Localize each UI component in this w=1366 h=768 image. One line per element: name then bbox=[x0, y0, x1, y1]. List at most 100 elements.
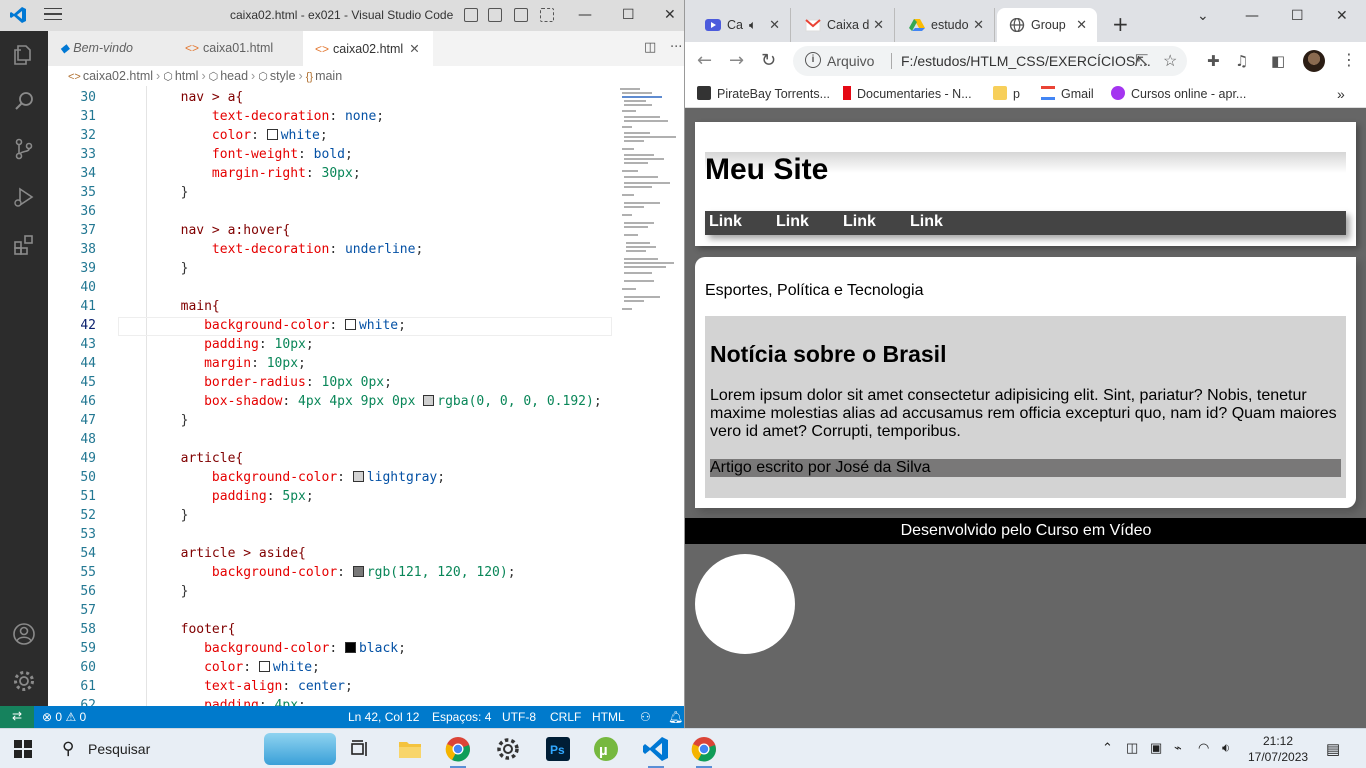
meet-now-icon[interactable]: ◫ bbox=[1126, 740, 1138, 756]
source-control-icon[interactable] bbox=[12, 137, 36, 161]
close-tab-icon[interactable]: ✕ bbox=[873, 17, 884, 33]
tray-app-icon[interactable]: ▣ bbox=[1150, 740, 1162, 756]
settings-gear-icon[interactable] bbox=[494, 735, 522, 763]
toggle-secondary-sidebar-icon[interactable] bbox=[514, 8, 528, 22]
breadcrumb-item[interactable]: style bbox=[270, 69, 296, 83]
code-line-current: background-color: white; bbox=[204, 318, 406, 333]
power-icon[interactable]: ⌁ bbox=[1174, 740, 1182, 756]
clock[interactable]: 21:12 17/07/2023 bbox=[1248, 733, 1308, 765]
close-button[interactable]: ✕ bbox=[1336, 8, 1348, 24]
media-control-icon[interactable]: ♫ bbox=[1235, 52, 1248, 70]
search-icon[interactable] bbox=[12, 89, 36, 113]
back-arrow-icon[interactable]: ← bbox=[697, 50, 712, 71]
utorrent-icon[interactable]: µ bbox=[592, 735, 620, 763]
color-swatch[interactable] bbox=[258, 661, 270, 672]
browser-tab[interactable]: Caixa d ✕ bbox=[793, 8, 895, 42]
chevron-up-icon[interactable]: ⌃ bbox=[1102, 740, 1113, 756]
maximize-button[interactable]: ☐ bbox=[1291, 8, 1304, 24]
minimap[interactable] bbox=[618, 86, 682, 326]
vscode-taskbar-icon[interactable] bbox=[642, 735, 670, 768]
close-tab-icon[interactable]: ✕ bbox=[409, 42, 419, 56]
breadcrumb-item[interactable]: head bbox=[220, 69, 248, 83]
close-tab-icon[interactable]: ✕ bbox=[769, 17, 780, 33]
taskbar-search[interactable]: ⚲ Pesquisar bbox=[48, 729, 338, 768]
minimize-button[interactable]: — bbox=[578, 7, 592, 23]
windows-start-icon[interactable] bbox=[14, 740, 32, 758]
info-icon[interactable]: i bbox=[805, 52, 821, 68]
color-swatch[interactable] bbox=[344, 319, 356, 330]
toggle-panel-icon[interactable] bbox=[488, 8, 502, 22]
color-swatch[interactable] bbox=[266, 129, 278, 140]
bookmark-item[interactable]: Cursos online - apr... bbox=[1111, 86, 1246, 101]
menu-icon[interactable] bbox=[44, 8, 62, 22]
more-menu-icon[interactable]: ⋮ bbox=[1341, 50, 1357, 69]
settings-gear-icon[interactable] bbox=[12, 669, 36, 693]
breadcrumb-item[interactable]: caixa02.html bbox=[83, 69, 153, 83]
run-debug-icon[interactable] bbox=[12, 185, 36, 209]
browser-tab[interactable]: estudo ✕ bbox=[897, 8, 995, 42]
remote-icon[interactable]: ⇄ bbox=[0, 706, 34, 728]
volume-icon[interactable]: 🔉︎ bbox=[1222, 740, 1230, 756]
explorer-icon[interactable] bbox=[12, 43, 36, 67]
bookmark-item[interactable]: PirateBay Torrents... bbox=[697, 86, 830, 101]
browser-tab-active[interactable]: Group ✕ bbox=[997, 8, 1097, 42]
nav-link[interactable]: Link bbox=[709, 213, 742, 231]
problems-indicator[interactable]: ⊗ 0 ⚠ 0 bbox=[42, 710, 86, 724]
tab-welcome[interactable]: ◆ Bem-vindo bbox=[48, 31, 173, 66]
bookmark-item[interactable]: p bbox=[993, 86, 1020, 101]
file-explorer-icon[interactable] bbox=[396, 735, 424, 763]
browser-tab[interactable]: Ca 🔈︎ ✕ bbox=[693, 8, 791, 42]
minimize-button[interactable]: — bbox=[1245, 8, 1259, 24]
tab-caixa01[interactable]: <> caixa01.html bbox=[173, 31, 303, 66]
code-editor[interactable]: 30 31 32 33 34 35 36 37 38 39 40 41 42 4… bbox=[48, 86, 684, 706]
cursor-position[interactable]: Ln 42, Col 12 bbox=[348, 710, 419, 724]
language-mode[interactable]: HTML bbox=[592, 710, 625, 724]
tab-caixa02[interactable]: <> caixa02.html ✕ bbox=[303, 31, 433, 66]
color-swatch[interactable] bbox=[344, 642, 356, 653]
chrome-taskbar-icon[interactable] bbox=[444, 735, 472, 768]
customize-layout-icon[interactable] bbox=[540, 8, 554, 22]
breadcrumb-item[interactable]: main bbox=[315, 69, 342, 83]
toggle-sidebar-icon[interactable] bbox=[464, 8, 478, 22]
extensions-puzzle-icon[interactable]: ✚ bbox=[1207, 52, 1220, 70]
encoding[interactable]: UTF-8 bbox=[502, 710, 536, 724]
audio-playing-icon[interactable]: 🔈︎ bbox=[749, 18, 757, 32]
nav-link[interactable]: Link bbox=[910, 213, 943, 231]
account-icon[interactable] bbox=[12, 622, 36, 646]
color-swatch[interactable] bbox=[423, 395, 435, 406]
line-number: 46 bbox=[80, 394, 96, 409]
nav-link[interactable]: Link bbox=[843, 213, 876, 231]
more-actions-icon[interactable]: ··· bbox=[670, 40, 682, 55]
photoshop-icon[interactable]: Ps bbox=[544, 735, 572, 763]
new-tab-button[interactable]: + bbox=[1112, 12, 1129, 36]
reload-icon[interactable]: ↻ bbox=[761, 50, 776, 71]
share-icon[interactable]: ⇱ bbox=[1135, 51, 1148, 71]
color-swatch[interactable] bbox=[352, 566, 364, 577]
feedback-icon[interactable]: ⚇ bbox=[640, 710, 651, 724]
wifi-icon[interactable]: ◠ bbox=[1198, 740, 1209, 756]
close-tab-icon[interactable]: ✕ bbox=[1076, 17, 1087, 33]
notifications-bell-icon[interactable]: 🔔︎ bbox=[668, 710, 683, 724]
extensions-icon[interactable] bbox=[12, 233, 36, 257]
task-view-icon[interactable] bbox=[346, 735, 374, 763]
notification-center-icon[interactable]: ▤ bbox=[1326, 740, 1340, 758]
profile-avatar[interactable] bbox=[1303, 50, 1325, 72]
end-of-line[interactable]: CRLF bbox=[550, 710, 581, 724]
bookmark-star-icon[interactable]: ☆ bbox=[1163, 51, 1177, 71]
side-panel-icon[interactable]: ◧ bbox=[1271, 52, 1285, 70]
color-swatch[interactable] bbox=[352, 471, 364, 482]
bookmark-item[interactable]: Documentaries - N... bbox=[843, 86, 972, 101]
chrome-taskbar-icon-2[interactable] bbox=[690, 735, 718, 768]
tab-search-chevron-icon[interactable]: ⌄ bbox=[1197, 8, 1209, 24]
more-bookmarks-chevron-icon[interactable]: » bbox=[1337, 86, 1345, 102]
address-bar[interactable]: i Arquivo F:/estudos/HTLM_CSS/EXERCÍCIOS… bbox=[793, 46, 1187, 76]
indentation[interactable]: Espaços: 4 bbox=[432, 710, 491, 724]
breadcrumb-item[interactable]: html bbox=[175, 69, 199, 83]
close-tab-icon[interactable]: ✕ bbox=[973, 17, 984, 33]
close-button[interactable]: ✕ bbox=[664, 7, 676, 23]
maximize-button[interactable]: ☐ bbox=[622, 7, 635, 23]
bookmark-item[interactable]: Gmail bbox=[1041, 86, 1094, 101]
nav-link[interactable]: Link bbox=[776, 213, 809, 231]
forward-arrow-icon[interactable]: → bbox=[729, 50, 744, 71]
split-editor-icon[interactable]: ◫ bbox=[644, 40, 656, 55]
